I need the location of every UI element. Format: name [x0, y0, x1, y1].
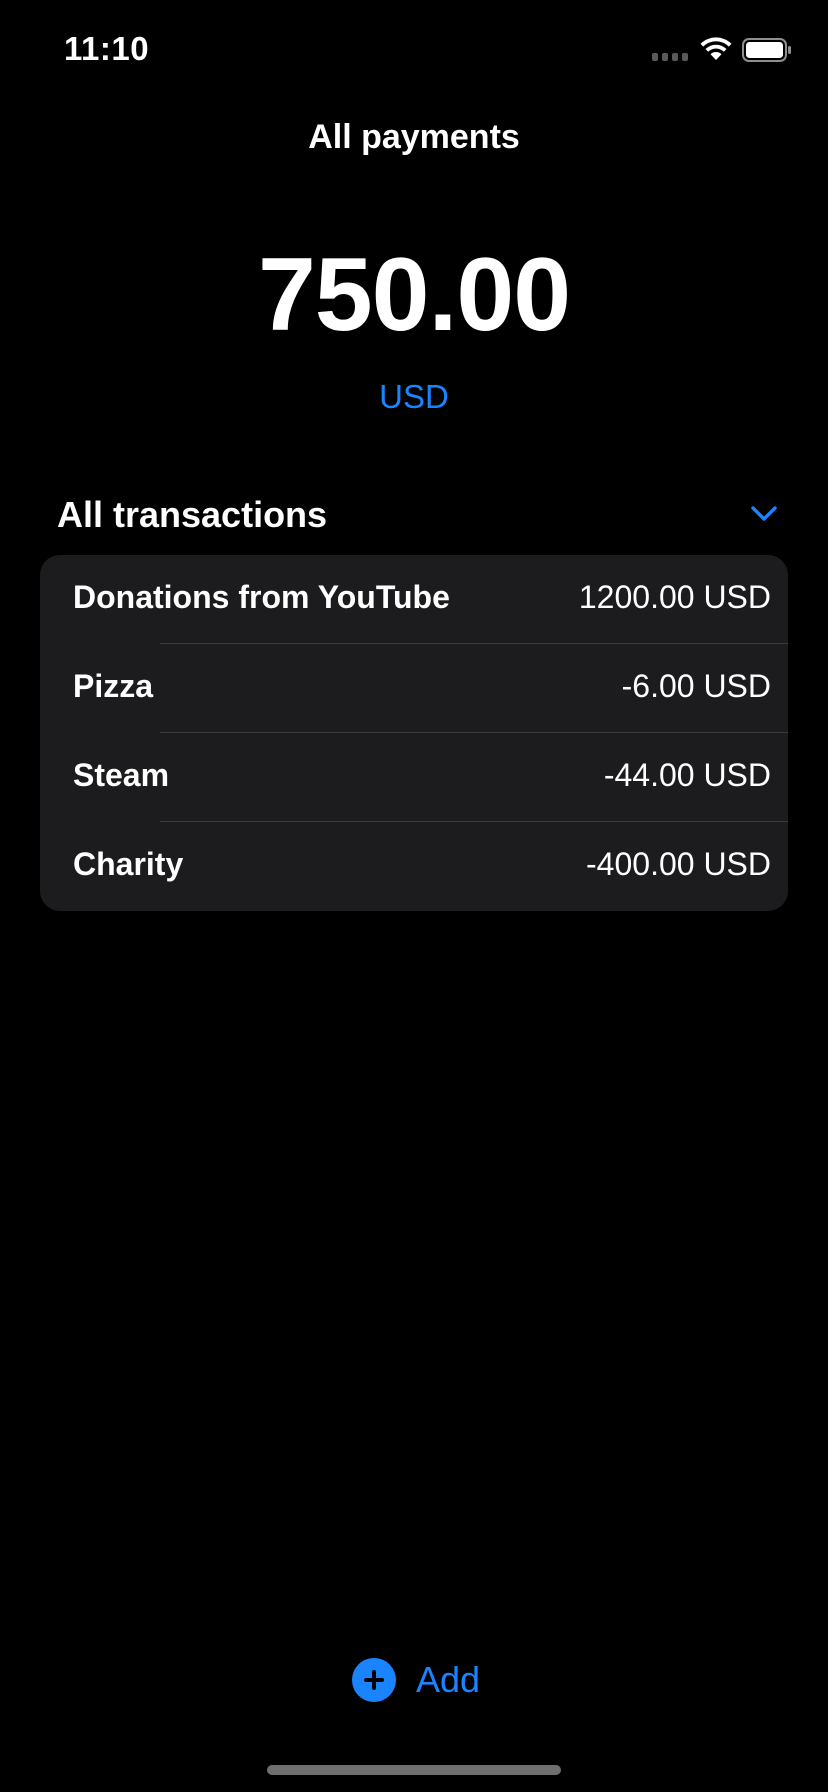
home-indicator[interactable]	[267, 1765, 561, 1775]
transaction-label: Pizza	[73, 668, 154, 704]
battery-icon	[742, 38, 791, 62]
transaction-label: Steam	[73, 757, 170, 793]
transaction-row[interactable]: Donations from YouTube 1200.00 USD	[40, 555, 788, 644]
currency-selector[interactable]: USD	[0, 378, 828, 416]
chevron-down-icon[interactable]	[750, 504, 778, 524]
transactions-list: Donations from YouTube 1200.00 USD Pizza…	[40, 555, 788, 911]
transaction-amount: -6.00 USD	[621, 668, 771, 704]
plus-circle-icon	[352, 1658, 396, 1702]
transaction-amount: -44.00 USD	[603, 757, 771, 793]
transaction-label: Donations from YouTube	[73, 579, 450, 615]
transaction-amount: 1200.00 USD	[578, 579, 771, 615]
transaction-row[interactable]: Charity -400.00 USD	[40, 822, 788, 911]
section-title: All transactions	[57, 494, 328, 535]
transactions-section-header[interactable]: All transactions	[40, 490, 788, 544]
wifi-icon	[700, 37, 732, 60]
page-title: All payments	[308, 118, 520, 156]
transaction-amount: -400.00 USD	[586, 846, 771, 882]
add-button[interactable]: Add	[352, 1658, 480, 1702]
status-time: 11:10	[64, 30, 150, 67]
transaction-row[interactable]: Steam -44.00 USD	[40, 733, 788, 822]
transaction-row[interactable]: Pizza -6.00 USD	[40, 644, 788, 733]
status-bar: 11:10	[0, 0, 828, 100]
cellular-signal-icon	[652, 53, 688, 61]
add-label: Add	[416, 1659, 481, 1700]
balance-amount: 750.00	[257, 237, 571, 353]
transaction-label: Charity	[73, 846, 184, 882]
